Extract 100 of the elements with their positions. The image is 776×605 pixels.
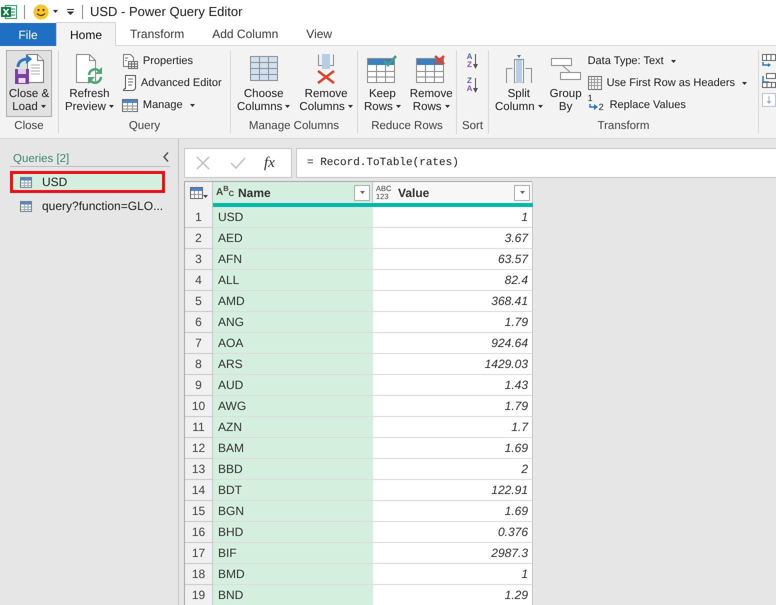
row-number: 2 [185,228,213,249]
caret-icon [520,191,524,194]
table-cell: 0.376 [373,522,533,543]
formula-field[interactable]: = Record.ToTable(rates) [296,148,776,178]
table-cell: 368.41 [373,291,533,312]
ribbon-button[interactable]: Choose Columns [234,50,294,117]
table-cross-icon [416,54,446,82]
table-cell: AMD [213,291,373,312]
group-label: Transform [596,119,650,134]
ribbon-button[interactable]: Remove Rows [406,50,456,117]
save-document-icon [14,53,44,84]
table-arrow-icon[interactable] [762,73,776,88]
table-cell: ALL [213,270,373,291]
ribbon-button[interactable]: Keep Rows [361,50,404,117]
ribbon-tab[interactable]: Home [56,22,116,46]
ribbon-button[interactable]: Manage [120,94,224,116]
arrow-icon [588,104,598,110]
table-cell: 1429.03 [373,354,533,375]
row-number: 7 [185,333,213,354]
table-grid-icon [588,76,602,90]
table-cell: BMD [213,564,373,585]
row-number: 12 [185,438,213,459]
ribbon-button[interactable]: Refresh Preview [62,50,117,117]
query-item[interactable]: query?function=GLO... [10,195,165,217]
ribbon-button[interactable]: Close & Load [6,50,52,117]
table-cell: 2 [373,459,533,480]
table-cell: 1.79 [373,396,533,417]
table-cell: 1 [373,207,533,228]
group-label: Sort [460,119,484,134]
ribbon-button[interactable]: Group By [546,50,585,117]
smiley-icon [33,4,49,20]
table-cell: 1.43 [373,375,533,396]
row-number: 18 [185,564,213,585]
row-number: 15 [185,501,213,522]
ribbon-button[interactable]: Properties [120,50,224,72]
chevron-left-icon [163,152,169,162]
table-check-icon [367,54,398,82]
table-cell: 122.91 [373,480,533,501]
table-cell: BGN [213,501,373,522]
table-cell: BDT [213,480,373,501]
query-item[interactable]: USD [10,171,165,193]
ribbon-button[interactable]: Remove Columns [296,50,356,117]
table-cell: ARS [213,354,373,375]
row-number: 3 [185,249,213,270]
refresh-document-icon [75,53,104,84]
file-tab[interactable]: File [0,23,56,46]
filter-dropdown-button[interactable] [354,184,370,200]
sort-button[interactable]: Z A [464,74,480,96]
table-cell: AZN [213,417,373,438]
insert-function-button[interactable]: fx [264,155,275,171]
pane-title: Queries [2] [13,152,70,166]
ribbon-button[interactable]: Use First Row as Headers [586,72,749,94]
table-grid-icon [250,56,278,81]
row-number: 8 [185,354,213,375]
table-menu-button[interactable] [190,186,208,198]
table-arrow-icon[interactable] [762,54,776,68]
smiley-button[interactable] [33,4,58,20]
table-icon [20,176,32,188]
close-icon [196,156,210,170]
table-cell: AED [213,228,373,249]
group-label: Reduce Rows [370,119,444,134]
table-menu-icon [190,186,208,198]
caret-icon [360,191,364,194]
down-arrow-icon [473,78,478,92]
down-arrow-icon [473,54,478,68]
table-cell: 2987.3 [373,543,533,564]
table-cell: 1.29 [373,585,533,605]
row-number: 4 [185,270,213,291]
ribbon-button[interactable]: Advanced Editor [120,72,224,94]
table-cell: BHD [213,522,373,543]
scroll-icon [122,75,136,91]
table-cell: 1.79 [373,312,533,333]
row-number: 19 [185,585,213,605]
split-column-icon [504,54,533,82]
group-label: Manage Columns [248,119,340,134]
table-icon [20,200,32,212]
sort-button[interactable]: A Z [464,50,480,72]
filter-dropdown-button[interactable] [514,184,530,200]
collapse-button[interactable] [163,152,169,165]
table-cell: 1 [373,564,533,585]
table-cell: 3.67 [373,228,533,249]
group-by-icon [550,58,581,80]
ribbon-button[interactable]: Split Column [492,50,546,117]
table-cell: USD [213,207,373,228]
customize-toolbar-icon[interactable] [67,8,74,14]
row-number: 13 [185,459,213,480]
table-cell: BBD [213,459,373,480]
table-cell: 924.64 [373,333,533,354]
row-number: 16 [185,522,213,543]
window-title: USD - Power Query Editor [90,2,242,21]
ribbon-button[interactable]: Data Type: Text [586,50,749,72]
row-number: 10 [185,396,213,417]
group-label: Query [128,119,162,134]
ribbon-button[interactable]: 1 2 Replace Values [586,94,749,116]
row-number: 1 [185,207,213,228]
table-cell: 82.4 [373,270,533,291]
check-icon [230,157,246,169]
row-number: 11 [185,417,213,438]
table-cell: AFN [213,249,373,270]
row-number: 17 [185,543,213,564]
